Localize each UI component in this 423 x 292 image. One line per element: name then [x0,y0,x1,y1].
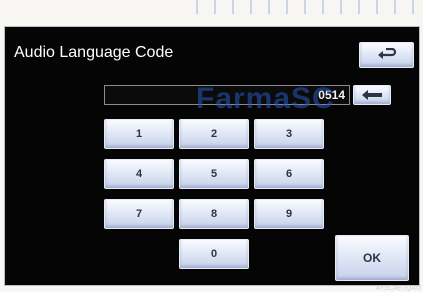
return-arrow-icon [377,48,397,62]
page-title: Audio Language Code [14,44,174,61]
key-9[interactable]: 9 [254,199,324,229]
key-5[interactable]: 5 [179,159,249,189]
key-8[interactable]: 8 [179,199,249,229]
key-1[interactable]: 1 [104,119,174,149]
key-4[interactable]: 4 [104,159,174,189]
key-3[interactable]: 3 [254,119,324,149]
back-button[interactable] [359,42,414,68]
key-2[interactable]: 2 [179,119,249,149]
code-display: 0514 [104,85,350,105]
backspace-arrow-icon [360,89,384,101]
key-0[interactable]: 0 [179,239,249,269]
dialog-screen: Audio Language Code 0514 1 2 3 4 5 6 7 8… [4,26,420,286]
key-6[interactable]: 6 [254,159,324,189]
ok-button[interactable]: OK [335,235,409,281]
top-decoration [190,0,423,14]
image-code: AY5C4E7QAU [375,285,421,292]
backspace-button[interactable] [353,85,391,105]
key-7[interactable]: 7 [104,199,174,229]
code-value: 0514 [318,88,345,102]
